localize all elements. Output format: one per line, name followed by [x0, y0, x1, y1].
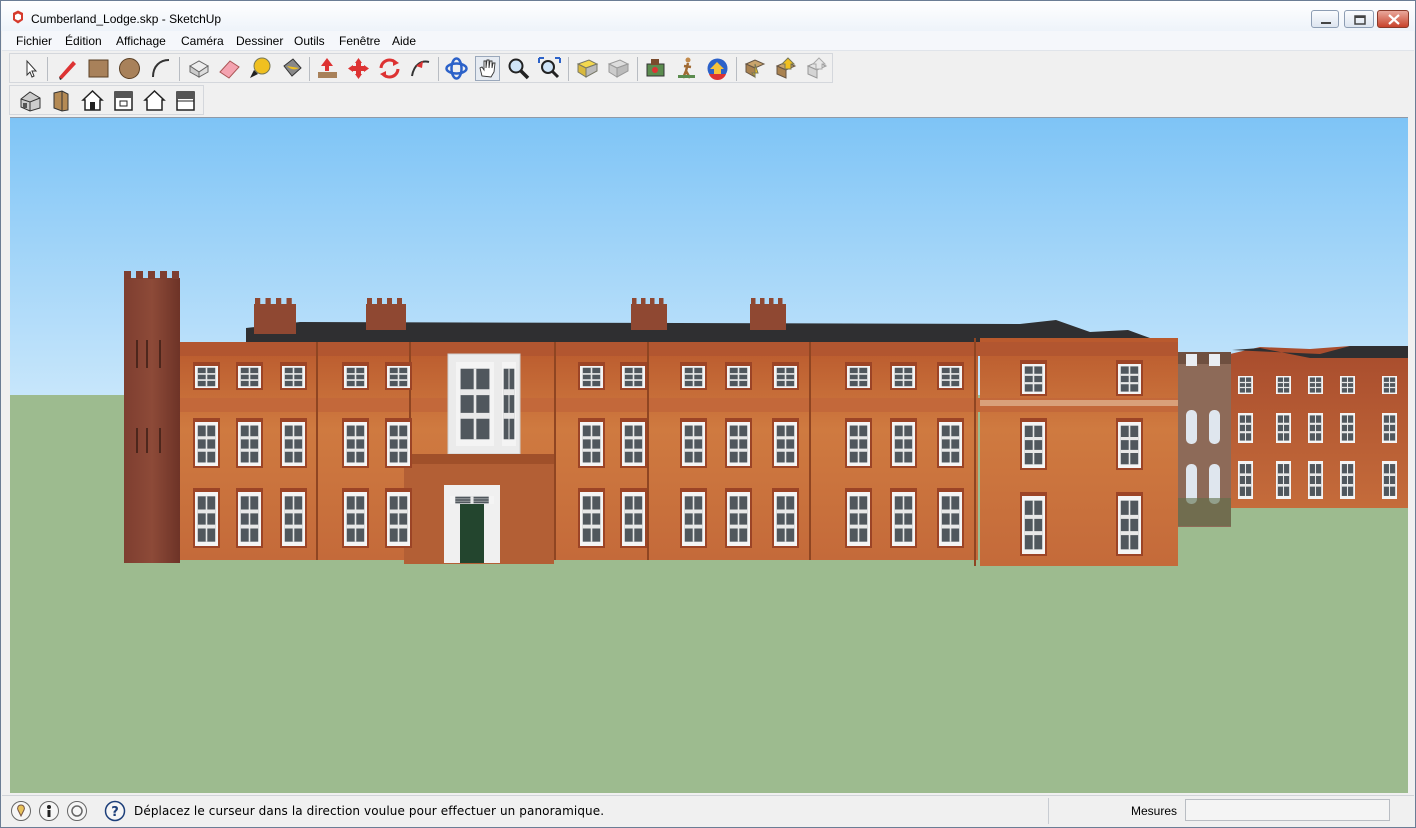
move-icon[interactable]: [346, 56, 371, 81]
title-bar[interactable]: Cumberland_Lodge.skp - SketchUp: [1, 1, 1415, 31]
close-button[interactable]: [1377, 10, 1409, 28]
follow-me-icon[interactable]: [408, 56, 433, 81]
look-around-icon[interactable]: [705, 56, 730, 81]
measures-input[interactable]: [1185, 799, 1390, 821]
menu-affichage[interactable]: Affichage: [116, 34, 166, 48]
menu-edition[interactable]: Édition: [65, 34, 102, 48]
pan-hand-icon[interactable]: [475, 56, 500, 81]
share-model-icon[interactable]: [774, 56, 799, 81]
menu-dessiner[interactable]: Dessiner: [236, 34, 283, 48]
next-view-icon[interactable]: [606, 56, 631, 81]
application-window: Cumberland_Lodge.skp - SketchUp Fichier …: [0, 0, 1416, 828]
measures-label: Mesures: [1131, 804, 1178, 818]
circle-icon[interactable]: [117, 56, 142, 81]
menu-fenetre[interactable]: Fenêtre: [339, 34, 380, 48]
maximize-button[interactable]: [1344, 10, 1374, 28]
left-view-icon[interactable]: [173, 88, 198, 113]
minimize-button[interactable]: [1311, 10, 1339, 28]
push-pull-icon[interactable]: [315, 56, 340, 81]
model-viewport[interactable]: [10, 117, 1408, 793]
zoom-extents-icon[interactable]: [537, 56, 562, 81]
walk-icon[interactable]: [674, 56, 699, 81]
get-models-icon[interactable]: [743, 56, 768, 81]
views-toolbar: [9, 85, 204, 115]
tape-measure-icon[interactable]: [248, 56, 273, 81]
help-icon[interactable]: ?: [104, 800, 126, 822]
menu-fichier[interactable]: Fichier: [16, 34, 52, 48]
orbit-icon[interactable]: [444, 56, 469, 81]
iso-view-icon[interactable]: [18, 88, 43, 113]
credits-icon[interactable]: [38, 800, 60, 822]
back-view-icon[interactable]: [142, 88, 167, 113]
eraser-icon[interactable]: [217, 56, 242, 81]
status-bar: ? Déplacez le curseur dans la direction …: [2, 795, 1414, 827]
position-camera-icon[interactable]: [643, 56, 668, 81]
window-title: Cumberland_Lodge.skp - SketchUp: [31, 12, 222, 26]
pencil-line-icon[interactable]: [55, 56, 80, 81]
share-component-icon[interactable]: [805, 56, 830, 81]
select-arrow-icon[interactable]: [18, 56, 43, 81]
main-toolbar: [9, 53, 833, 83]
menu-bar: Fichier Édition Affichage Caméra Dessine…: [2, 31, 1414, 51]
sketchup-logo-icon: [13, 10, 23, 24]
status-message: Déplacez le curseur dans la direction vo…: [134, 804, 605, 818]
building-model: [10, 118, 1408, 793]
arc-icon[interactable]: [148, 56, 173, 81]
top-view-icon[interactable]: [49, 88, 74, 113]
zoom-icon[interactable]: [506, 56, 531, 81]
menu-camera[interactable]: Caméra: [181, 34, 224, 48]
right-view-icon[interactable]: [111, 88, 136, 113]
menu-aide[interactable]: Aide: [392, 34, 416, 48]
front-view-icon[interactable]: [80, 88, 105, 113]
svg-text:?: ?: [111, 805, 119, 820]
previous-view-icon[interactable]: [575, 56, 600, 81]
make-component-icon[interactable]: [186, 56, 211, 81]
geolocation-icon[interactable]: [10, 800, 32, 822]
menu-outils[interactable]: Outils: [294, 34, 325, 48]
rectangle-icon[interactable]: [86, 56, 111, 81]
user-info-icon[interactable]: [66, 800, 88, 822]
status-divider: [1048, 798, 1049, 824]
paint-bucket-icon[interactable]: [279, 56, 304, 81]
rotate-icon[interactable]: [377, 56, 402, 81]
